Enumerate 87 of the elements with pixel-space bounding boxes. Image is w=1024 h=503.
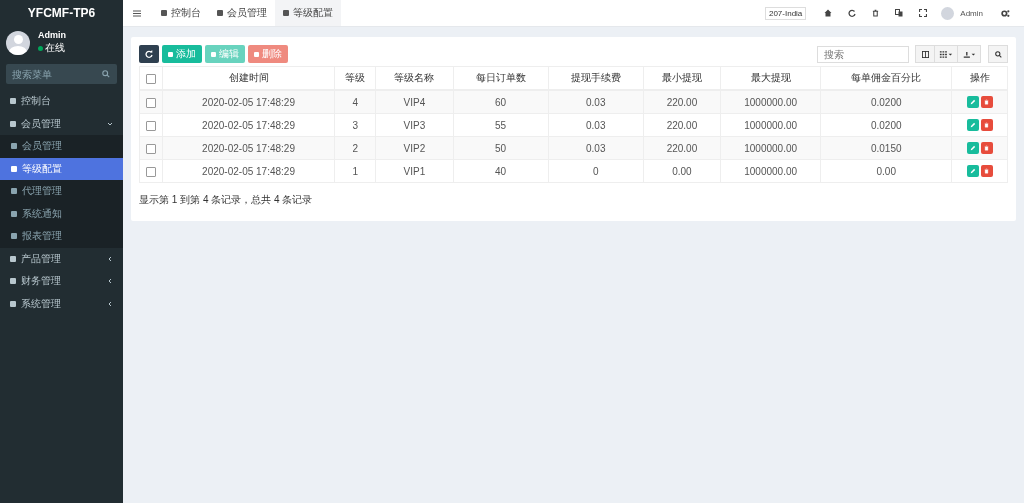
submenu-item[interactable]: 会员管理 [0,135,123,158]
table-cell: 2020-02-05 17:48:29 [162,136,335,160]
settings-icon[interactable] [1001,8,1010,18]
sidebar-item[interactable]: 控制台 [0,90,123,113]
pagination-info: 显示第 1 到第 4 条记录，总共 4 条记录 [139,193,314,207]
table-cell: 2020-02-05 17:48:29 [162,90,335,114]
refresh-icon[interactable] [848,9,857,17]
table-cell: 2 [334,136,376,160]
table-cell: VIP1 [375,159,454,183]
submenu-item[interactable]: 系统通知 [0,202,123,225]
table-search-field[interactable]: 搜索 [817,45,909,63]
translate-icon[interactable] [895,9,904,17]
table-cell: 2020-02-05 17:48:29 [162,159,335,183]
edit-button[interactable] [966,165,979,178]
table-cell: VIP4 [375,90,454,114]
menu-item-icon [10,255,16,262]
sidebar-item[interactable]: 产品管理 [0,247,123,270]
status-dot-icon [38,45,43,51]
menu-item-icon [11,188,17,195]
table-cell: 40 [453,159,549,183]
grid-caret-icon [939,50,953,58]
table-cell: 1000000.00 [720,90,821,114]
server-label[interactable]: 207-India [764,6,807,20]
menu-item-icon [11,233,17,240]
table-cell: 0 [548,159,644,183]
submenu-item[interactable]: 报表管理 [0,225,123,248]
avatar-icon [6,30,30,55]
table-cell: 1000000.00 [720,136,821,160]
table-cell: 1000000.00 [720,159,821,183]
sidebar-item[interactable]: 系统管理 [0,292,123,315]
table-cell: 0.0150 [820,136,952,160]
app-logo: YFCMF-TP6 [26,5,97,22]
refresh-icon [145,50,153,58]
delete-button[interactable] [980,96,993,109]
sidebar-item[interactable]: 会员管理 [0,112,123,135]
table-cell: 0.03 [548,136,644,160]
table-cell: 0.00 [820,159,952,183]
user-name: Admin [38,30,66,40]
edit-button[interactable] [966,142,979,155]
row-checkbox[interactable] [146,120,156,131]
delete-button[interactable] [980,142,993,155]
delete-button[interactable] [980,165,993,178]
menu-item-icon [10,278,16,285]
table-cell: 0.0200 [820,90,952,114]
download-caret-icon [962,50,976,58]
table-cell: 0.03 [548,90,644,114]
sidebar-item[interactable]: 财务管理 [0,270,123,293]
edit-button[interactable] [966,96,979,109]
menu-item-icon [11,143,17,150]
nav-tab[interactable]: 会员管理 [209,0,275,26]
table-cell: 4 [334,90,376,114]
delete-button[interactable] [980,119,993,132]
nav-tab[interactable]: 等级配置 [275,0,341,26]
row-checkbox[interactable] [146,143,156,154]
menu-item-icon [11,210,17,217]
search-button[interactable] [988,45,1008,63]
menu-icon[interactable] [133,9,141,17]
table-cell: 220.00 [643,136,721,160]
export-button[interactable] [957,45,981,63]
menu-item-icon [10,120,16,127]
table-cell: 0.00 [643,159,721,183]
select-all-checkbox[interactable] [146,73,156,84]
menu-item-icon [11,165,17,172]
user-status: 在线 [45,41,65,55]
columns-view-icon [921,50,929,58]
menu-item-icon [10,300,16,307]
user-name[interactable]: Admin [960,8,983,18]
menu-search-field[interactable]: 搜索菜单 [6,64,117,84]
search-icon [994,50,1002,58]
nav-tab[interactable]: 控制台 [153,0,209,26]
refresh-button[interactable] [139,45,159,63]
menu-item-icon [10,98,16,105]
table-cell: VIP2 [375,136,454,160]
edit-button[interactable] [966,119,979,132]
table-cell: 1 [334,159,376,183]
table-cell: 60 [453,90,549,114]
home-icon[interactable] [824,9,833,17]
fullscreen-icon[interactable] [919,9,928,17]
toggle-view-button[interactable] [915,45,935,63]
table-cell: 50 [453,136,549,160]
table-cell: 220.00 [643,90,721,114]
columns-button[interactable] [934,45,958,63]
submenu-item[interactable]: 等级配置 [0,157,123,180]
search-icon [102,70,110,78]
submenu-item[interactable]: 代理管理 [0,180,123,203]
row-checkbox[interactable] [146,97,156,108]
row-checkbox[interactable] [146,166,156,177]
